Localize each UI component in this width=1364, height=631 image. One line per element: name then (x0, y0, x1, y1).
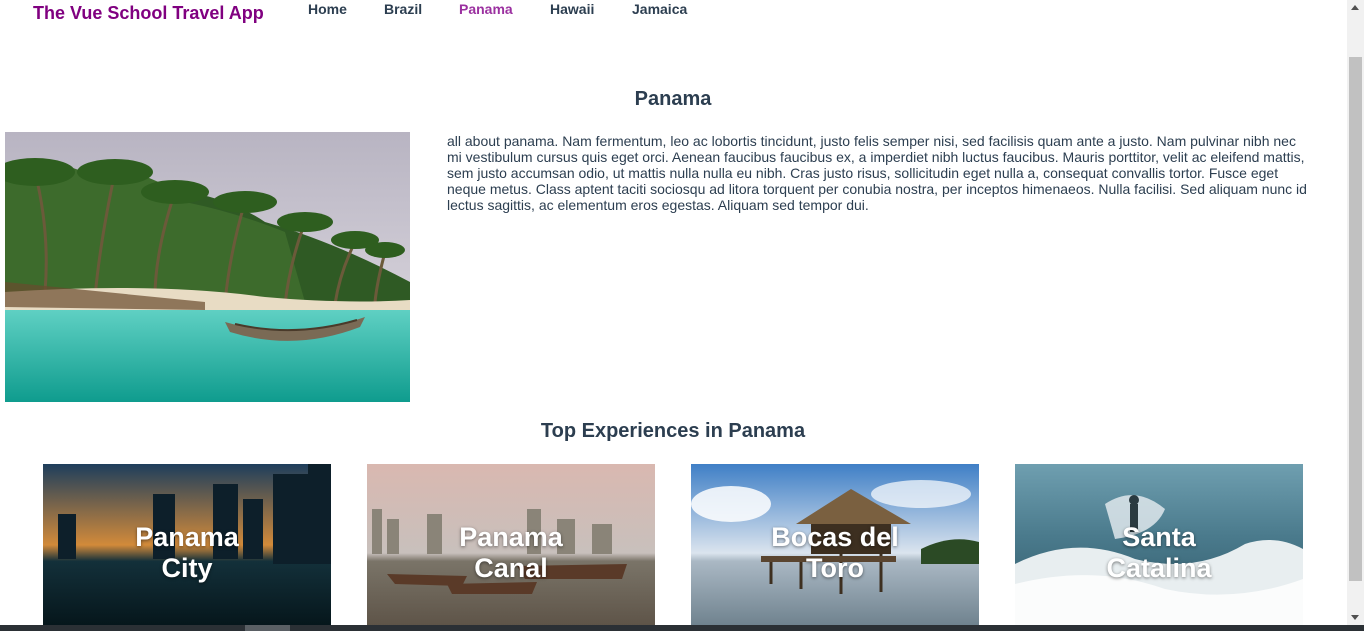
experience-label: Panama City (135, 522, 239, 583)
bottom-toolbar-segment[interactable] (245, 625, 290, 631)
experience-card-panama-city[interactable]: Panama City (43, 464, 331, 626)
app-brand[interactable]: The Vue School Travel App (33, 3, 264, 24)
experiences-title: Top Experiences in Panama (540, 420, 806, 442)
scrollbar-thumb[interactable] (1349, 57, 1362, 581)
destination-image (5, 132, 410, 402)
nav-link-hawaii[interactable]: Hawaii (550, 1, 594, 17)
vertical-scrollbar[interactable] (1347, 0, 1364, 625)
nav-link-jamaica[interactable]: Jamaica (632, 1, 687, 17)
nav-link-home[interactable]: Home (308, 1, 347, 17)
destination-title: Panama (634, 88, 712, 110)
experience-label: Santa Catalina (1106, 522, 1212, 583)
experience-label: Panama Canal (459, 522, 563, 583)
destination-description: all about panama. Nam fermentum, leo ac … (447, 133, 1307, 213)
nav-link-panama[interactable]: Panama (459, 1, 513, 17)
bottom-toolbar (0, 625, 1364, 631)
scroll-up-icon[interactable] (1351, 5, 1359, 10)
experience-card-panama-canal[interactable]: Panama Canal (367, 464, 655, 626)
experience-card-bocas-del-toro[interactable]: Bocas del Toro (691, 464, 979, 626)
experience-label: Bocas del Toro (771, 522, 899, 583)
scroll-down-icon[interactable] (1351, 615, 1359, 620)
nav-link-brazil[interactable]: Brazil (384, 1, 422, 17)
experience-card-santa-catalina[interactable]: Santa Catalina (1015, 464, 1303, 626)
